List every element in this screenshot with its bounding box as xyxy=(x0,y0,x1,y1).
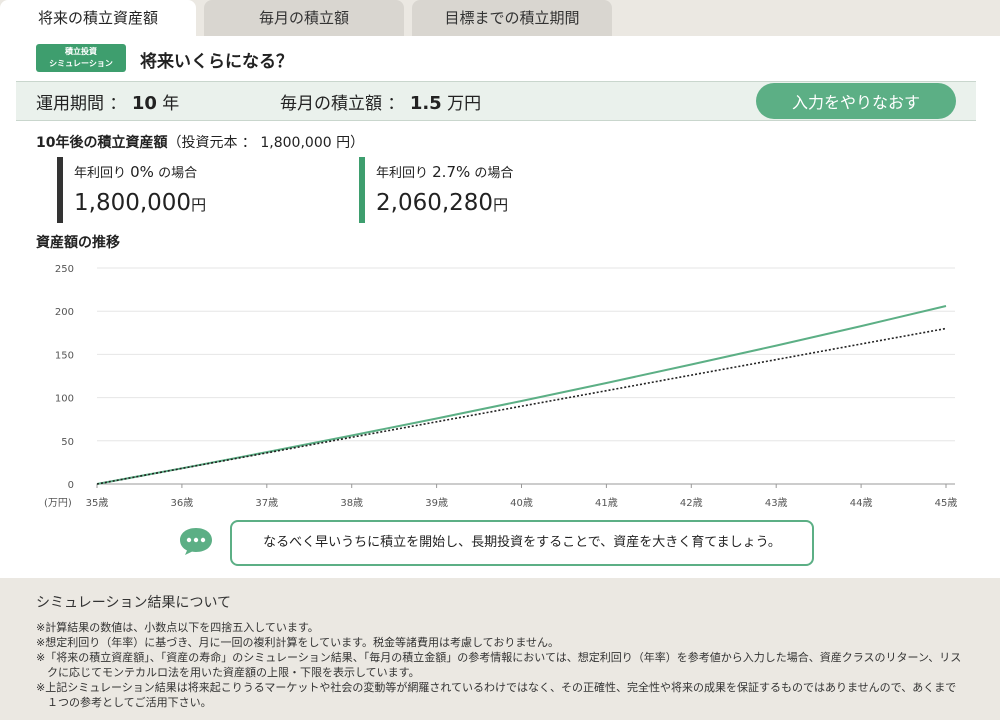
page-title: 将来いくらになる？ xyxy=(140,52,293,72)
notes-title: シミュレーション結果について xyxy=(36,595,232,611)
y-tick-label: 0 xyxy=(68,480,74,491)
scenario-label: 年利回り 2.7% の場合 xyxy=(376,162,513,181)
simulation-panel: 積立投資 シミュレーション 将来いくらになる？ 運用期間 ： 10 年 毎月の積… xyxy=(0,36,1000,578)
tab-monthly-amount[interactable]: 毎月の積立額 xyxy=(204,0,404,36)
result-color-bar xyxy=(57,157,63,223)
badge-line-1: 積立投資 xyxy=(65,47,97,56)
y-tick-label: 50 xyxy=(61,437,74,448)
simulation-badge: 積立投資 シミュレーション xyxy=(36,44,126,72)
x-tick-label: 36歳 xyxy=(171,497,194,509)
note-item: ※想定利回り（年率）に基づき、月に一回の複利計算をしています。税金等諸費用は考慮… xyxy=(36,636,560,649)
scenario-rate: 0% xyxy=(130,163,154,181)
series-line-2-7-rate xyxy=(96,305,947,485)
x-tick-label: 35歳 xyxy=(86,497,109,509)
y-tick-label: 100 xyxy=(55,394,74,405)
period-label: 運用期間 ： xyxy=(36,94,127,114)
scenario-amount: 2,060,280円 xyxy=(376,190,508,216)
conditions-bar: 運用期間 ： 10 年 毎月の積立額 ： 1.5 万円 入力をやりなおす xyxy=(16,81,976,121)
result-color-bar xyxy=(359,157,365,223)
tab-bar: 将来の積立資産額 毎月の積立額 目標までの積立期間 xyxy=(0,0,1000,36)
period-value: 10 xyxy=(131,93,157,114)
x-tick-label: 41歳 xyxy=(595,497,618,509)
x-tick-label: 45歳 xyxy=(935,497,958,509)
x-tick-label: 43歳 xyxy=(765,497,788,509)
advice-message: なるべく早いうちに積立を開始し、長期投資をすることで、資産を大きく育てましょう。 xyxy=(230,520,814,566)
tab-future-assets[interactable]: 将来の積立資産額 xyxy=(0,0,196,36)
speech-bubble-icon xyxy=(180,528,212,555)
notes-list: ※計算結果の数値は、小数点以下を四捨五入しています。 ※想定利回り（年率）に基づ… xyxy=(36,620,966,710)
monthly-unit: 万円 xyxy=(447,94,482,114)
y-tick-label: 150 xyxy=(55,350,74,361)
result-2-7-rate: 年利回り 2.7% の場合 2,060,280円 xyxy=(359,157,513,223)
monthly-label: 毎月の積立額 ： xyxy=(280,94,405,114)
principal-note: （投資元本 ： 1,800,000 円） xyxy=(167,135,365,151)
note-item: ※上記シミュレーション結果は将来起こりうるマーケットや社会の変動等が網羅されてい… xyxy=(36,681,957,709)
amount-value: 2,060,280 xyxy=(376,190,494,216)
amount-unit: 円 xyxy=(493,196,509,214)
x-tick-label: 38歳 xyxy=(340,497,363,509)
scenario-amount: 1,800,000円 xyxy=(74,190,206,216)
period-condition: 運用期間 ： 10 年 xyxy=(36,89,179,114)
x-tick-label: 37歳 xyxy=(255,497,278,509)
chart-title: 資産額の推移 xyxy=(36,235,120,251)
monthly-condition: 毎月の積立額 ： 1.5 万円 xyxy=(280,89,481,114)
y-tick-label: 200 xyxy=(55,307,74,318)
note-item: ※「将来の積立資産額」、「資産の寿命」のシミュレーション結果、「毎月の積立金額」… xyxy=(36,651,962,679)
scenario-rate: 2.7% xyxy=(432,163,471,181)
x-tick-label: 40歳 xyxy=(510,497,533,509)
x-tick-label: 44歳 xyxy=(850,497,873,509)
scenario-suffix: の場合 xyxy=(153,166,198,181)
badge-line-2: シミュレーション xyxy=(49,59,113,68)
y-tick-label: 250 xyxy=(55,264,74,275)
result-title: 10年後の積立資産額（投資元本 ： 1,800,000 円） xyxy=(36,132,364,152)
y-unit-label: (万円) xyxy=(44,498,72,509)
note-item: ※計算結果の数値は、小数点以下を四捨五入しています。 xyxy=(36,621,319,634)
scenario-prefix: 年利回り xyxy=(74,166,131,181)
series-line-zero-rate xyxy=(96,327,947,485)
asset-growth-chart: 0 50 100 150 200 250 35歳 36歳 37歳 38歳 39歳 40歳 41歳 42歳 4… xyxy=(44,264,958,509)
simulation-notes: シミュレーション結果について ※計算結果の数値は、小数点以下を四捨五入しています… xyxy=(36,592,966,710)
monthly-value: 1.5 xyxy=(409,93,442,114)
scenario-prefix: 年利回り xyxy=(376,166,433,181)
x-tick-label: 42歳 xyxy=(680,497,703,509)
amount-value: 1,800,000 xyxy=(74,190,192,216)
scenario-label: 年利回り 0% の場合 xyxy=(74,162,197,181)
tab-period-to-goal[interactable]: 目標までの積立期間 xyxy=(412,0,612,36)
scenario-suffix: の場合 xyxy=(470,166,514,181)
result-heading: 10年後の積立資産額 xyxy=(36,135,168,151)
result-zero-rate: 年利回り 0% の場合 1,800,000円 xyxy=(57,157,206,223)
reset-input-button[interactable]: 入力をやりなおす xyxy=(756,83,956,119)
period-unit: 年 xyxy=(162,94,180,114)
amount-unit: 円 xyxy=(191,196,207,214)
x-tick-label: 39歳 xyxy=(425,497,448,509)
